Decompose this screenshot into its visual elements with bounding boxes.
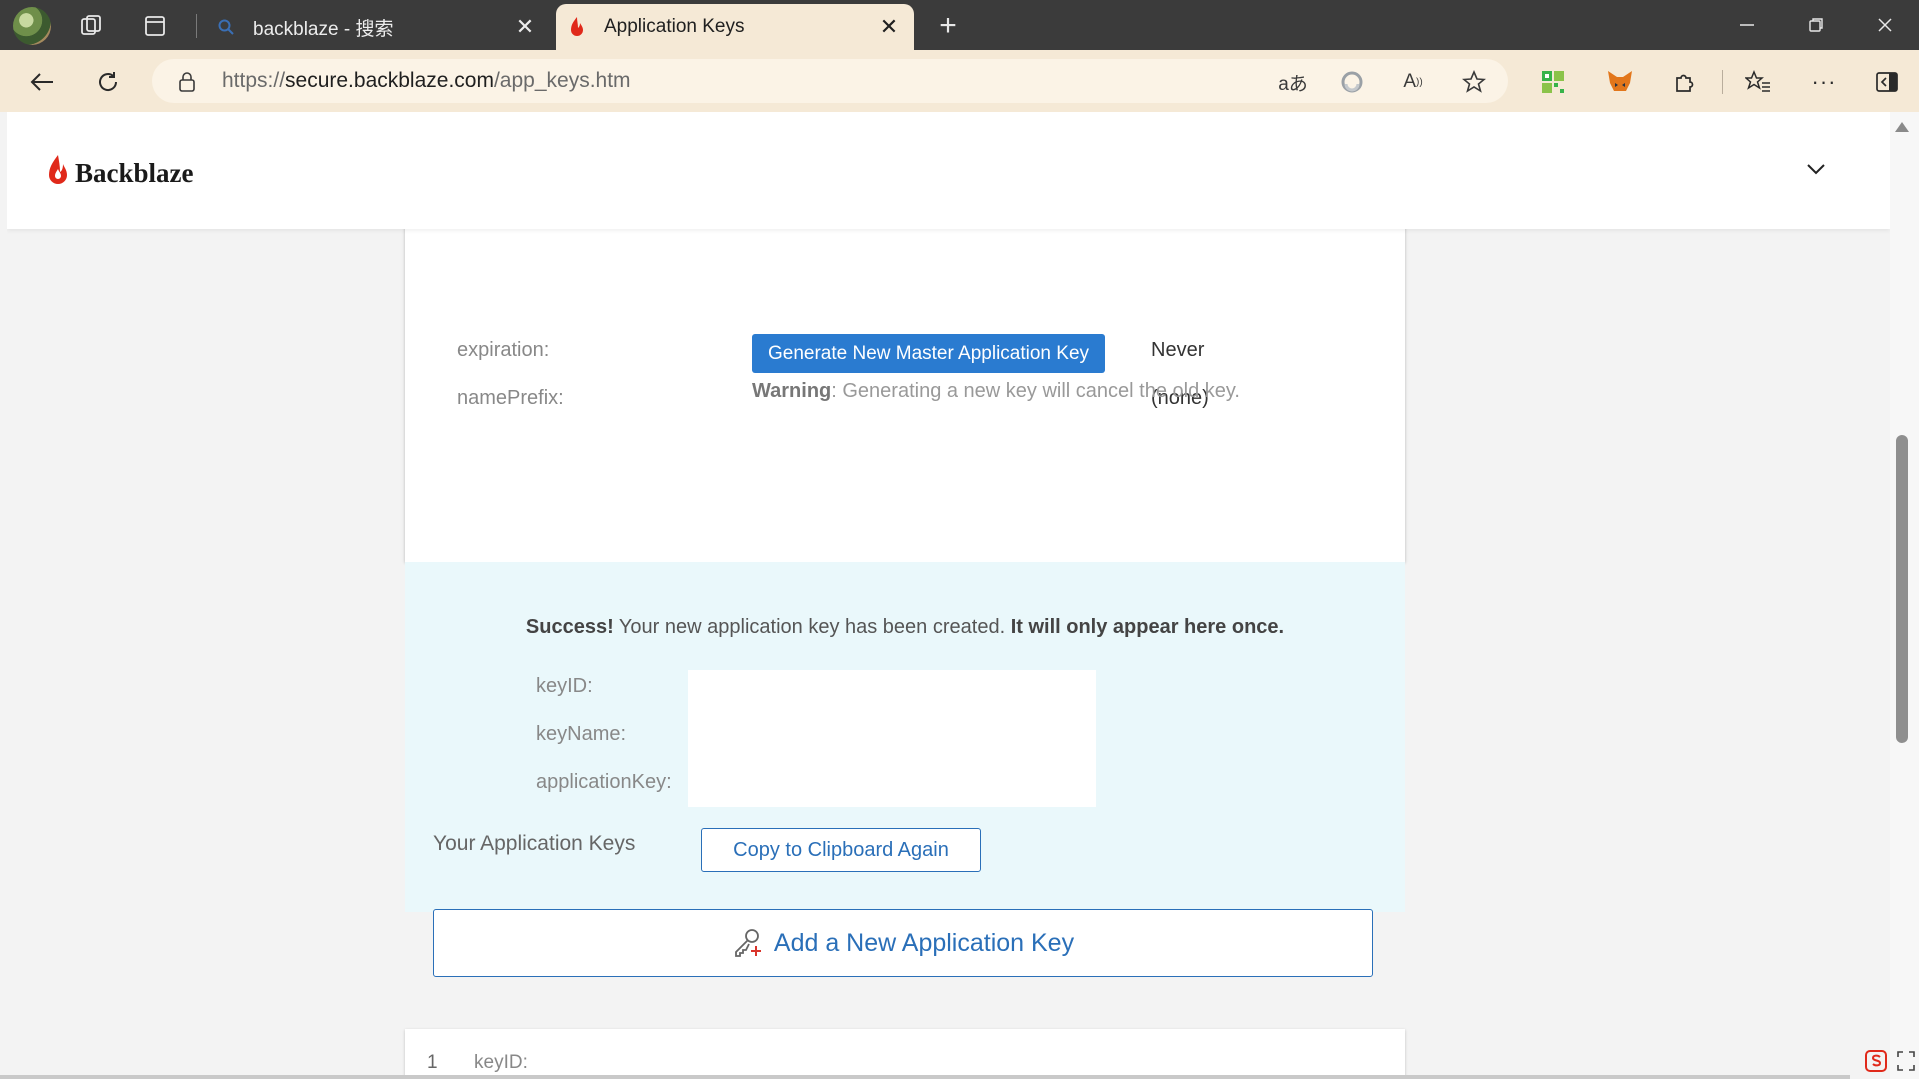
expiration-value: Never bbox=[1151, 339, 1205, 361]
back-arrow-icon[interactable] bbox=[22, 62, 62, 102]
bottom-edge bbox=[0, 1075, 1850, 1079]
tab-application-keys[interactable]: Application Keys ✕ bbox=[556, 4, 914, 50]
key-name-label: keyName: bbox=[536, 723, 627, 745]
page-viewport: Backblaze expiration: Never namePrefix: … bbox=[7, 112, 1890, 1079]
new-tab-button[interactable]: + bbox=[930, 8, 966, 44]
new-key-success-box: Success! Your new application key has be… bbox=[405, 562, 1405, 912]
search-icon bbox=[215, 16, 237, 38]
key-id-label: keyID: bbox=[536, 675, 593, 697]
restore-icon[interactable] bbox=[1786, 4, 1846, 46]
lock-icon[interactable] bbox=[178, 71, 196, 98]
tab-title: backblaze - 搜索 bbox=[253, 18, 394, 40]
add-key-label: Add a New Application Key bbox=[773, 928, 1075, 957]
metamask-fox-icon[interactable] bbox=[1600, 62, 1640, 102]
scroll-up-arrow-icon[interactable] bbox=[1895, 122, 1909, 132]
backblaze-flame-icon bbox=[566, 16, 588, 38]
close-tab-icon[interactable]: ✕ bbox=[510, 12, 540, 42]
tab-separator bbox=[196, 14, 197, 38]
extensions-puzzle-icon[interactable] bbox=[1665, 62, 1705, 102]
success-title: Success! bbox=[525, 616, 614, 638]
success-emphasis: It will only appear here once. bbox=[1010, 616, 1285, 638]
key-id-label: keyID: bbox=[474, 1052, 528, 1073]
favorites-list-icon[interactable] bbox=[1738, 62, 1778, 102]
profile-avatar[interactable] bbox=[13, 7, 51, 45]
collections-icon[interactable] bbox=[74, 8, 110, 44]
sidebar-toggle-icon[interactable] bbox=[1867, 62, 1907, 102]
minimize-icon[interactable] bbox=[1717, 4, 1777, 46]
url-text[interactable]: https://secure.backblaze.com/app_keys.ht… bbox=[222, 69, 631, 93]
application-key-card: 1 keyID: bbox=[405, 1029, 1405, 1079]
key-index: 1 bbox=[427, 1052, 438, 1073]
more-options-icon[interactable]: ··· bbox=[1804, 62, 1844, 102]
backblaze-logo[interactable]: Backblaze bbox=[47, 154, 194, 193]
favorite-star-icon[interactable] bbox=[1457, 65, 1491, 99]
expiration-label: expiration: bbox=[457, 339, 550, 361]
translate-icon[interactable]: aあ bbox=[1276, 65, 1310, 99]
warning-message: : Generating a new key will cancel the o… bbox=[831, 380, 1240, 402]
logo-text: Backblaze bbox=[75, 158, 194, 188]
generate-master-key-button[interactable]: Generate New Master Application Key bbox=[752, 334, 1105, 373]
tab-actions-icon[interactable] bbox=[137, 8, 173, 44]
refresh-icon[interactable] bbox=[88, 62, 128, 102]
backblaze-flame-icon bbox=[47, 154, 69, 193]
browser-toolbar: https://secure.backblaze.com/app_keys.ht… bbox=[0, 50, 1919, 112]
scrollbar-thumb[interactable] bbox=[1896, 435, 1908, 743]
tab-title: Application Keys bbox=[604, 16, 745, 37]
url-scheme: https:// bbox=[222, 69, 286, 92]
url-path: /app_keys.htm bbox=[493, 69, 631, 92]
browser-tab-bar: backblaze - 搜索 ✕ Application Keys ✕ + bbox=[0, 0, 1919, 50]
url-domain: secure.backblaze.com bbox=[285, 69, 494, 92]
name-prefix-label: namePrefix: bbox=[457, 387, 564, 409]
site-header: Backblaze bbox=[7, 112, 1890, 229]
read-aloud-icon[interactable]: A)) bbox=[1396, 65, 1430, 99]
tray-s-icon[interactable] bbox=[1865, 1050, 1887, 1072]
toolbar-divider bbox=[1722, 70, 1723, 94]
close-tab-icon[interactable]: ✕ bbox=[874, 12, 904, 42]
address-bar[interactable]: https://secure.backblaze.com/app_keys.ht… bbox=[152, 59, 1508, 103]
key-values-box[interactable] bbox=[688, 670, 1096, 807]
add-application-key-button[interactable]: Add a New Application Key bbox=[433, 909, 1373, 977]
success-message: Success! Your new application key has be… bbox=[405, 616, 1405, 639]
screenshot-corner-icon[interactable] bbox=[1896, 1050, 1916, 1072]
tab-backblaze-search[interactable]: backblaze - 搜索 ✕ bbox=[205, 4, 550, 50]
success-text: Your new application key has been create… bbox=[613, 616, 1011, 638]
warning-text: Warning: Generating a new key will cance… bbox=[752, 380, 1240, 403]
copy-to-clipboard-button[interactable]: Copy to Clipboard Again bbox=[701, 828, 981, 872]
add-key-icon bbox=[732, 927, 764, 959]
warning-title: Warning bbox=[752, 380, 832, 402]
edge-icon[interactable] bbox=[1335, 65, 1369, 99]
chevron-down-icon[interactable] bbox=[1801, 154, 1831, 184]
section-title: Your Application Keys bbox=[433, 832, 636, 855]
close-window-icon[interactable] bbox=[1855, 4, 1915, 46]
extension-qr-icon[interactable] bbox=[1533, 62, 1573, 102]
application-key-label: applicationKey: bbox=[536, 771, 672, 793]
